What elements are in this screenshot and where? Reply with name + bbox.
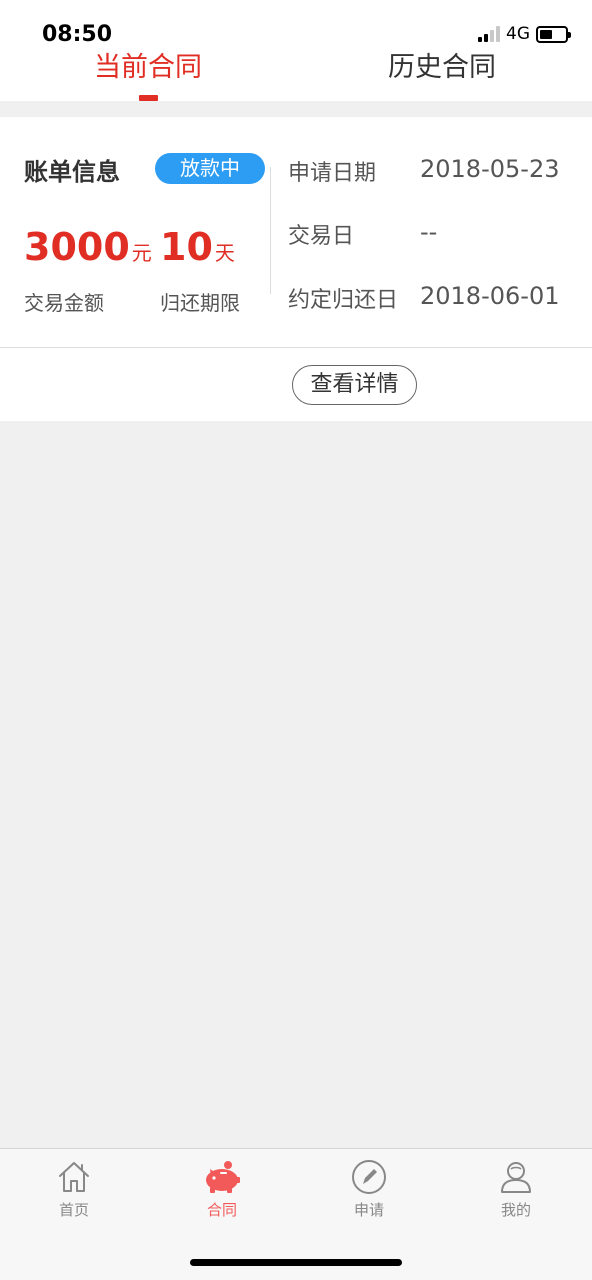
bill-info-title: 账单信息 (24, 158, 120, 186)
nav-label-apply: 申请 (353, 1201, 384, 1219)
tab-current-contract[interactable]: 当前合同 (94, 50, 202, 86)
term-unit: 天 (214, 241, 235, 265)
home-icon (59, 1162, 89, 1192)
pencil-icon (352, 1160, 386, 1194)
due-date-value: 2018-06-01 (420, 282, 560, 310)
piggy-bank-icon (206, 1161, 240, 1193)
battery-icon (536, 25, 571, 43)
nav-item-contract[interactable]: 合同 (182, 1159, 262, 1220)
tab-history-contract[interactable]: 历史合同 (388, 50, 496, 86)
status-badge: 放款中 (155, 153, 265, 184)
status-indicators: 4G (478, 24, 571, 44)
horizontal-divider (0, 347, 592, 348)
term-label: 归还期限 (160, 291, 240, 315)
nav-item-mine[interactable]: 我的 (476, 1159, 556, 1220)
nav-label-mine: 我的 (500, 1201, 531, 1219)
transaction-amount: 3000 元 (24, 225, 152, 269)
apply-date-value: 2018-05-23 (420, 155, 560, 183)
nav-label-contract: 合同 (206, 1201, 237, 1219)
header: 08:50 4G 当前合同 历史合同 (0, 0, 592, 101)
home-indicator (190, 1259, 402, 1266)
trade-date-value: -- (420, 218, 438, 246)
vertical-divider (270, 167, 271, 294)
status-time: 08:50 (42, 22, 113, 47)
term-value: 10 (160, 225, 213, 269)
nav-item-home[interactable]: 首页 (34, 1159, 114, 1220)
network-type: 4G (506, 24, 530, 44)
contract-card: 账单信息 放款中 3000 元 10 天 交易金额 归还期限 申请日期 2018-0… (0, 117, 592, 421)
trade-date-label: 交易日 (288, 224, 355, 249)
user-icon (501, 1162, 531, 1193)
amount-value: 3000 (24, 225, 130, 269)
repayment-term: 10 天 (160, 225, 235, 269)
signal-icon (478, 26, 500, 42)
apply-date-label: 申请日期 (288, 161, 377, 186)
amount-unit: 元 (131, 241, 152, 265)
view-details-button[interactable]: 查看详情 (292, 365, 417, 405)
nav-label-home: 首页 (58, 1201, 89, 1219)
amount-label: 交易金额 (24, 291, 104, 315)
active-tab-indicator (139, 95, 158, 101)
due-date-label: 约定归还日 (288, 288, 399, 313)
nav-item-apply[interactable]: 申请 (329, 1159, 409, 1220)
